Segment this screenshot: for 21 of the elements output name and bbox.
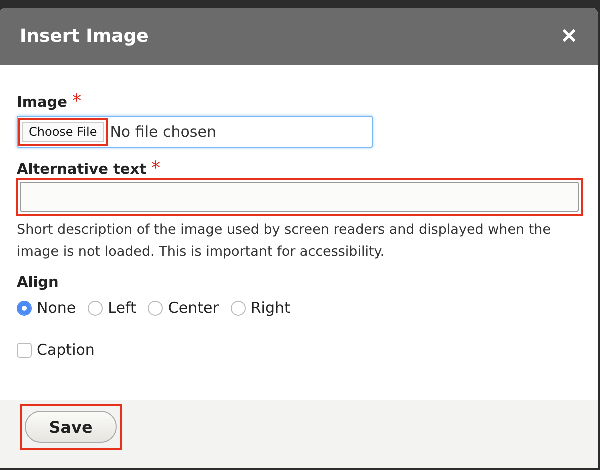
- file-input-field[interactable]: Choose File No file chosen: [17, 116, 373, 148]
- save-button[interactable]: Save: [25, 411, 117, 443]
- field-label: Align: [17, 275, 59, 291]
- required-marker: *: [152, 158, 161, 179]
- close-button[interactable]: ✕: [561, 24, 578, 49]
- file-status: No file chosen: [110, 123, 216, 141]
- checkbox[interactable]: [17, 342, 32, 358]
- radio-label[interactable]: Center: [168, 299, 219, 317]
- radio-label[interactable]: Right: [250, 299, 290, 317]
- field-description: Short description of the image used by screen readers and displayed when the image is not loaded. This is important for accessibility.: [17, 221, 552, 262]
- field-label: Alternative text: [17, 162, 147, 178]
- radio-button[interactable]: [230, 300, 246, 316]
- required-marker: *: [72, 91, 82, 112]
- dialog-title: Insert Image: [20, 26, 149, 47]
- radio-label[interactable]: None: [37, 299, 76, 317]
- radio-label[interactable]: Left: [108, 299, 136, 317]
- radio-button[interactable]: [17, 300, 32, 316]
- field-label: Image: [17, 95, 68, 111]
- radio-button[interactable]: [88, 300, 104, 316]
- radio-button[interactable]: [148, 300, 164, 316]
- checkbox-label[interactable]: Caption: [37, 341, 95, 359]
